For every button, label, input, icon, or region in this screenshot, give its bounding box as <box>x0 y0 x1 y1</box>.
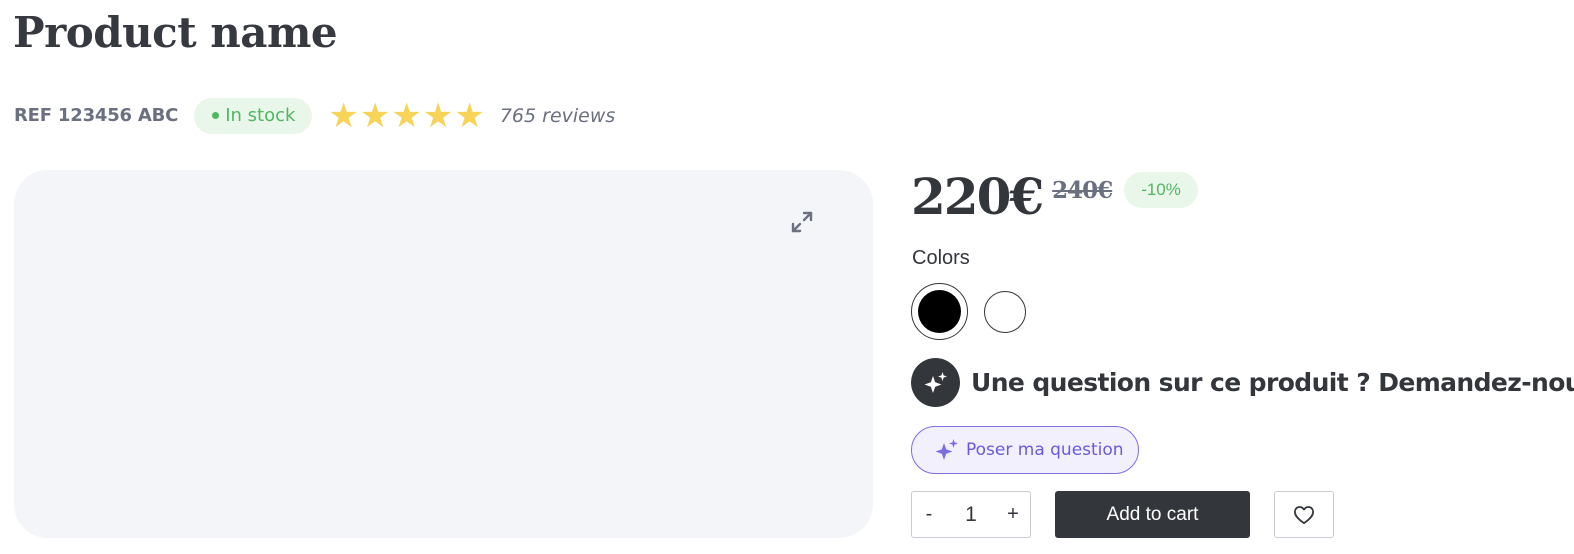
color-swatch-white[interactable] <box>984 290 1026 333</box>
heart-icon <box>1293 505 1314 524</box>
expand-icon[interactable] <box>790 210 814 234</box>
star-icon: ★ <box>422 96 454 135</box>
colors-label: Colors <box>912 247 970 269</box>
star-icon: ★ <box>391 96 422 135</box>
product-meta: REF 123456 ABC In stock ★ ★ ★ ★ ★ 765 re… <box>14 97 615 134</box>
product-image[interactable] <box>14 170 873 538</box>
color-dot-black <box>918 290 961 333</box>
stock-dot-icon <box>212 112 220 119</box>
quantity-value[interactable]: 1 <box>946 503 996 527</box>
discount-badge: -10% <box>1124 172 1198 208</box>
ask-question-button[interactable]: Poser ma question <box>911 426 1139 474</box>
original-price: 240€ <box>1052 176 1113 204</box>
sparkle-icon <box>935 439 958 460</box>
decrement-button[interactable]: - <box>912 492 946 537</box>
sparkle-badge <box>911 358 960 407</box>
color-swatches <box>911 283 1026 340</box>
question-section: Une question sur ce produit ? Demandez-n… <box>911 358 1574 407</box>
increment-button[interactable]: + <box>996 492 1030 537</box>
ask-question-label: Poser ma question <box>966 440 1124 460</box>
price-row: 220€ 240€ -10% <box>911 166 1198 226</box>
wishlist-button[interactable] <box>1274 491 1334 538</box>
star-icon: ★ <box>328 96 359 135</box>
sparkle-icon <box>924 371 947 393</box>
add-to-cart-button[interactable]: Add to cart <box>1055 491 1250 538</box>
star-icon: ★ <box>359 96 391 135</box>
current-price: 220€ <box>911 166 1044 226</box>
product-reference: REF 123456 ABC <box>14 105 179 126</box>
question-heading: Une question sur ce produit ? Demandez-n… <box>971 368 1574 397</box>
stock-label: In stock <box>225 105 296 126</box>
quantity-stepper: - 1 + <box>911 491 1031 538</box>
star-icon: ★ <box>454 96 485 135</box>
color-swatch-black[interactable] <box>911 283 968 340</box>
product-title: Product name <box>13 8 338 57</box>
reviews-link[interactable]: 765 reviews <box>500 105 615 127</box>
rating-stars[interactable]: ★ ★ ★ ★ ★ <box>328 99 484 133</box>
stock-badge: In stock <box>194 97 313 134</box>
